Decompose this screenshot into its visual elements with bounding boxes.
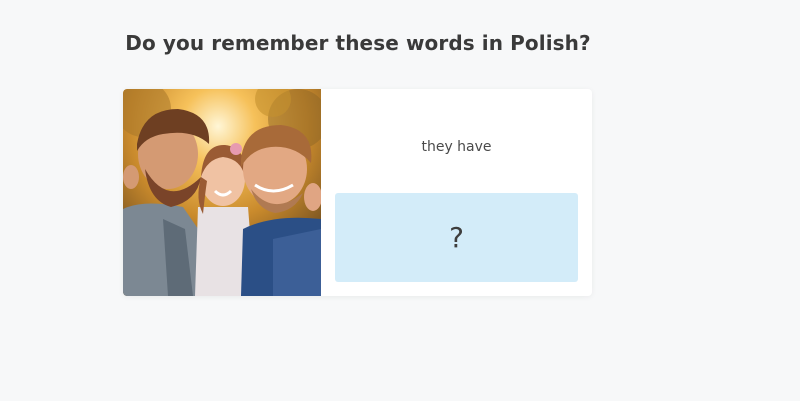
answer-placeholder: ?: [449, 221, 464, 254]
reveal-answer-button[interactable]: ?: [335, 193, 578, 282]
family-photo: [123, 89, 321, 296]
page-title: Do you remember these words in Polish?: [125, 31, 591, 55]
flashcard: they have ?: [123, 89, 592, 296]
prompt-word: they have: [421, 139, 492, 155]
